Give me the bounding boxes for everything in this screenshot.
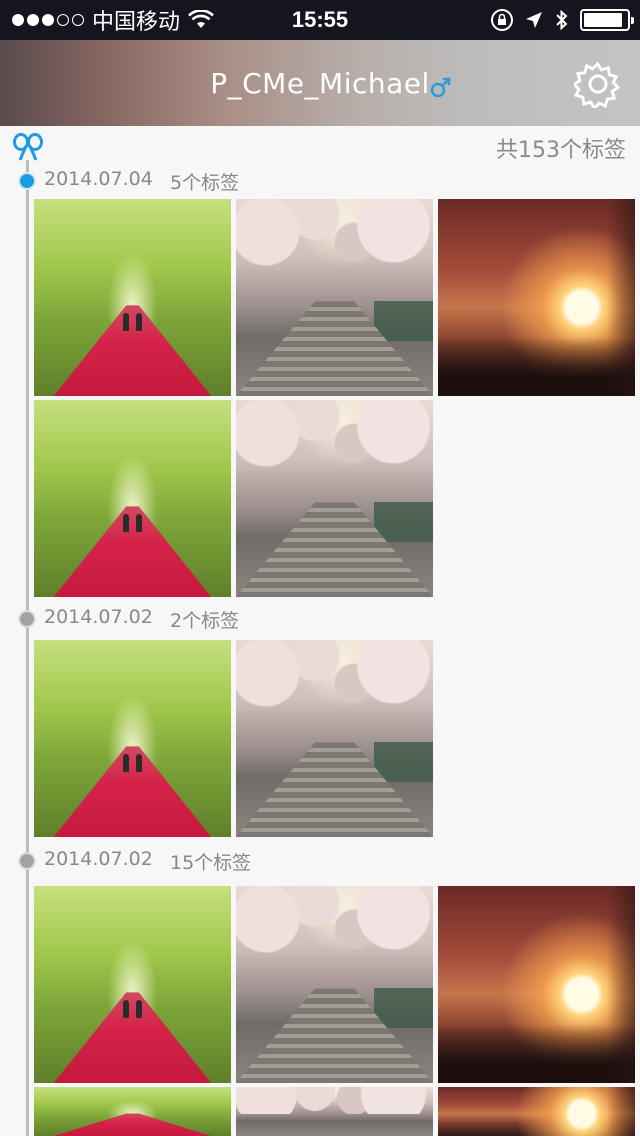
group-tag-count: 5个标签: [170, 172, 240, 194]
rotation-lock-icon: [491, 9, 513, 31]
bluetooth-icon: [556, 9, 568, 31]
photo-thumbnail[interactable]: [236, 640, 433, 837]
photo-thumbnail[interactable]: [438, 1087, 635, 1136]
timeline-group-header: 2014.07.02 2个标签: [0, 602, 640, 638]
timeline-node: [18, 852, 36, 870]
signal-strength-icon: [12, 14, 84, 26]
photo-thumbnail[interactable]: [438, 199, 635, 396]
photo-thumbnail[interactable]: [34, 1087, 231, 1136]
status-bar: 中国移动 15:55: [0, 0, 640, 40]
ribbon-bow-icon: [13, 133, 43, 161]
photo-thumbnail[interactable]: [236, 400, 433, 597]
group-tag-count: 2个标签: [170, 610, 240, 632]
timeline-line: [26, 160, 29, 1136]
timeline-node: [18, 610, 36, 628]
group-date: 2014.07.04: [44, 168, 153, 190]
username-title: P_CMe_Michael: [210, 66, 430, 100]
photo-thumbnail[interactable]: [34, 199, 231, 396]
timeline-node-active: [18, 172, 36, 190]
battery-icon: [580, 9, 634, 31]
photo-thumbnail[interactable]: [34, 400, 231, 597]
total-tag-count: 共153个标签: [496, 138, 626, 163]
group-date: 2014.07.02: [44, 848, 153, 870]
gear-icon[interactable]: [574, 60, 622, 108]
photo-thumbnail[interactable]: [34, 886, 231, 1083]
location-arrow-icon: [526, 12, 542, 28]
group-tag-count: 15个标签: [170, 852, 252, 874]
carrier-label: 中国移动: [92, 9, 181, 34]
photo-thumbnail[interactable]: [438, 886, 635, 1083]
photo-thumbnail[interactable]: [236, 886, 433, 1083]
wifi-icon: [188, 10, 214, 28]
photo-thumbnail[interactable]: [236, 199, 433, 396]
profile-header: P_CMe_Michael: [0, 40, 640, 126]
group-date: 2014.07.02: [44, 606, 153, 628]
timeline-group-header: 2014.07.02 15个标签: [0, 844, 640, 880]
photo-thumbnail[interactable]: [34, 640, 231, 837]
photo-thumbnail[interactable]: [236, 1087, 433, 1136]
timeline-group-header: 2014.07.04 5个标签: [0, 164, 640, 200]
male-symbol-icon: [430, 77, 451, 98]
